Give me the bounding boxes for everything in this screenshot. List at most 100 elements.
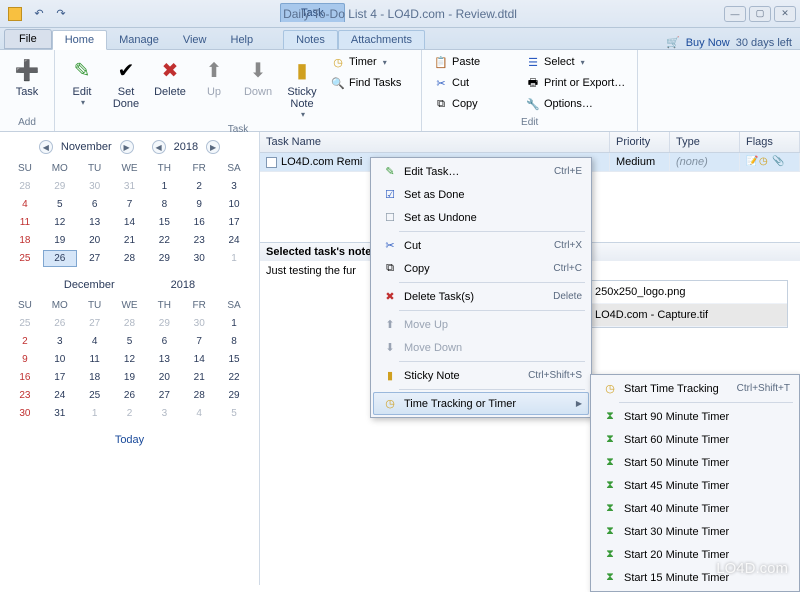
menu-timer-50[interactable]: ⧗Start 50 Minute Timer xyxy=(593,451,797,474)
today-link[interactable]: Today xyxy=(8,434,251,446)
calendar-day[interactable]: 20 xyxy=(78,232,112,249)
calendar-day[interactable]: 1 xyxy=(147,178,181,195)
calendar-day[interactable]: 15 xyxy=(147,214,181,231)
calendar-day[interactable]: 9 xyxy=(8,351,42,368)
col-task-name[interactable]: Task Name xyxy=(260,132,610,152)
menu-set-undone[interactable]: ☐Set as Undone xyxy=(373,206,589,229)
calendar-day[interactable]: 29 xyxy=(217,387,251,404)
calendar-day[interactable]: 21 xyxy=(182,369,216,386)
calendar-day[interactable]: 7 xyxy=(113,196,147,213)
calendar-day[interactable]: 15 xyxy=(217,351,251,368)
menu-edit-task[interactable]: ✎Edit Task…Ctrl+E xyxy=(373,160,589,183)
next-year-button[interactable]: ▶ xyxy=(206,140,220,154)
tab-notes[interactable]: Notes xyxy=(283,30,338,49)
calendar-day[interactable]: 30 xyxy=(182,315,216,332)
calendar-day[interactable]: 11 xyxy=(8,214,42,231)
tab-attachments[interactable]: Attachments xyxy=(338,30,425,49)
calendar-day[interactable]: 2 xyxy=(113,405,147,422)
find-tasks-button[interactable]: 🔍Find Tasks xyxy=(325,73,415,93)
calendar-day[interactable]: 17 xyxy=(43,369,77,386)
calendar-day[interactable]: 28 xyxy=(182,387,216,404)
calendar-day[interactable]: 12 xyxy=(113,351,147,368)
prev-month-button[interactable]: ◀ xyxy=(39,140,53,154)
calendar-day[interactable]: 19 xyxy=(113,369,147,386)
calendar-day[interactable]: 29 xyxy=(147,315,181,332)
col-flags[interactable]: Flags xyxy=(740,132,800,152)
print-button[interactable]: 🖶Print or Export… xyxy=(520,73,631,93)
calendar-day[interactable]: 21 xyxy=(113,232,147,249)
cut-button[interactable]: ✂Cut xyxy=(428,73,518,93)
select-button[interactable]: ☰Select xyxy=(520,52,631,72)
prev-year-button[interactable]: ◀ xyxy=(152,140,166,154)
calendar-day[interactable]: 5 xyxy=(113,333,147,350)
calendar-day[interactable]: 30 xyxy=(78,178,112,195)
calendar-day[interactable]: 2 xyxy=(182,178,216,195)
calendar-day[interactable]: 5 xyxy=(217,405,251,422)
attachment-item[interactable]: ▦250x250_logo.png xyxy=(569,281,787,304)
calendar-day[interactable]: 10 xyxy=(43,351,77,368)
menu-timer-40[interactable]: ⧗Start 40 Minute Timer xyxy=(593,497,797,520)
copy-button[interactable]: ⧉Copy xyxy=(428,94,518,114)
calendar-day[interactable]: 31 xyxy=(113,178,147,195)
menu-copy[interactable]: ⧉CopyCtrl+C xyxy=(373,257,589,280)
calendar-day[interactable]: 29 xyxy=(147,250,181,267)
calendar-day[interactable]: 17 xyxy=(217,214,251,231)
calendar-day[interactable]: 27 xyxy=(78,250,112,267)
calendar-day[interactable]: 3 xyxy=(217,178,251,195)
minimize-button[interactable]: — xyxy=(724,6,746,22)
calendar-day[interactable]: 30 xyxy=(182,250,216,267)
calendar-day[interactable]: 25 xyxy=(8,250,42,267)
move-down-button[interactable]: ⬇Down xyxy=(237,52,279,102)
calendar-day[interactable]: 30 xyxy=(8,405,42,422)
calendar-day[interactable]: 1 xyxy=(78,405,112,422)
calendar-day[interactable]: 13 xyxy=(78,214,112,231)
calendar-day[interactable]: 2 xyxy=(8,333,42,350)
options-button[interactable]: 🔧Options… xyxy=(520,94,631,114)
calendar-day[interactable]: 27 xyxy=(78,315,112,332)
calendar-day[interactable]: 4 xyxy=(182,405,216,422)
maximize-button[interactable]: ▢ xyxy=(749,6,771,22)
next-month-button[interactable]: ▶ xyxy=(120,140,134,154)
calendar-day[interactable]: 24 xyxy=(43,387,77,404)
menu-set-done[interactable]: ☑Set as Done xyxy=(373,183,589,206)
attachment-item[interactable]: ▦LO4D.com - Capture.tif xyxy=(569,304,787,327)
calendar-day[interactable]: 26 xyxy=(43,250,77,267)
calendar-day[interactable]: 14 xyxy=(113,214,147,231)
calendar-day[interactable]: 1 xyxy=(217,250,251,267)
calendar-day[interactable]: 24 xyxy=(217,232,251,249)
menu-time-tracking[interactable]: ◷Time Tracking or Timer xyxy=(373,392,589,415)
calendar-day[interactable]: 28 xyxy=(113,250,147,267)
menu-start-tracking[interactable]: ◷Start Time TrackingCtrl+Shift+T xyxy=(593,377,797,400)
menu-timer-45[interactable]: ⧗Start 45 Minute Timer xyxy=(593,474,797,497)
calendar-day[interactable]: 29 xyxy=(43,178,77,195)
calendar-day[interactable]: 23 xyxy=(8,387,42,404)
task-checkbox[interactable] xyxy=(266,157,277,168)
calendar-day[interactable]: 20 xyxy=(147,369,181,386)
move-up-button[interactable]: ⬆Up xyxy=(193,52,235,102)
calendar-day[interactable]: 31 xyxy=(43,405,77,422)
menu-timer-30[interactable]: ⧗Start 30 Minute Timer xyxy=(593,520,797,543)
calendar-day[interactable]: 28 xyxy=(113,315,147,332)
set-done-button[interactable]: ✔Set Done xyxy=(105,52,147,114)
calendar-day[interactable]: 16 xyxy=(182,214,216,231)
paste-button[interactable]: 📋Paste xyxy=(428,52,518,72)
tab-home[interactable]: Home xyxy=(52,30,107,50)
calendar-day[interactable]: 14 xyxy=(182,351,216,368)
calendar-day[interactable]: 8 xyxy=(217,333,251,350)
new-task-button[interactable]: ➕Task xyxy=(6,52,48,102)
calendar-day[interactable]: 4 xyxy=(78,333,112,350)
calendar-day[interactable]: 22 xyxy=(147,232,181,249)
calendar-day[interactable]: 6 xyxy=(147,333,181,350)
calendar-day[interactable]: 27 xyxy=(147,387,181,404)
calendar-day[interactable]: 1 xyxy=(217,315,251,332)
menu-cut[interactable]: ✂CutCtrl+X xyxy=(373,234,589,257)
delete-task-button[interactable]: ✖Delete xyxy=(149,52,191,102)
calendar-day[interactable]: 5 xyxy=(43,196,77,213)
edit-task-button[interactable]: ✎Edit xyxy=(61,52,103,111)
col-type[interactable]: Type xyxy=(670,132,740,152)
tab-view[interactable]: View xyxy=(171,31,219,49)
redo-button[interactable]: ↷ xyxy=(52,5,70,23)
calendar-day[interactable]: 26 xyxy=(113,387,147,404)
menu-timer-90[interactable]: ⧗Start 90 Minute Timer xyxy=(593,405,797,428)
calendar-day[interactable]: 7 xyxy=(182,333,216,350)
